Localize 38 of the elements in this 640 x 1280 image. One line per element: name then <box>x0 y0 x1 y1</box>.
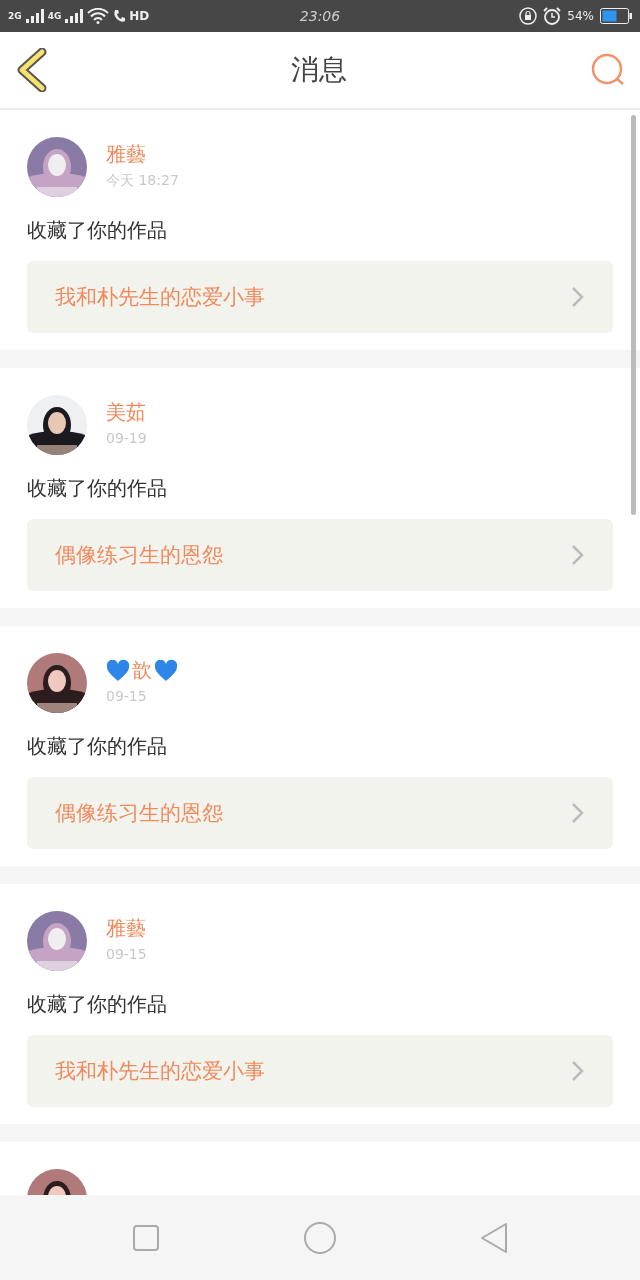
search-icon <box>590 52 626 88</box>
back-icon <box>16 48 48 92</box>
network-label: 4G <box>47 11 62 21</box>
battery-icon <box>600 8 632 24</box>
heart-icon <box>154 659 178 682</box>
phone-icon <box>113 9 126 23</box>
user-name[interactable]: 美茹 <box>106 399 146 426</box>
chevron-icon <box>571 802 585 824</box>
chevron-icon <box>571 544 585 566</box>
signal-icon <box>65 9 84 23</box>
user-name[interactable]: 雅藝 <box>106 915 146 942</box>
chevron-icon <box>571 286 585 308</box>
message-text: 收藏了你的作品 <box>27 991 168 1018</box>
work-link[interactable]: 偶像练习生的恩怨 <box>27 777 613 849</box>
user-name[interactable]: 雅藝 <box>106 141 146 168</box>
search-button[interactable] <box>590 52 626 88</box>
message-text: 收藏了你的作品 <box>27 475 168 502</box>
back-button[interactable] <box>16 48 48 92</box>
work-link[interactable]: 偶像练习生的恩怨 <box>27 519 613 591</box>
alarm-icon <box>543 7 562 25</box>
page-title: 消息 <box>291 52 347 88</box>
battery-percent: 54% <box>567 9 594 23</box>
square-icon[interactable] <box>131 1223 160 1252</box>
work-link[interactable]: 我和朴先生的恋爱小事 <box>27 1035 613 1107</box>
chevron-icon <box>571 1060 585 1082</box>
rotation-lock-icon <box>519 7 538 25</box>
user-name[interactable]: 歆 <box>132 657 152 684</box>
hd-label: HD <box>129 9 150 23</box>
message-text: 收藏了你的作品 <box>27 217 168 244</box>
clock-time: 23:06 <box>299 8 341 24</box>
message-text: 收藏了你的作品 <box>27 733 168 760</box>
signal-icon <box>25 9 44 23</box>
heart-icon <box>106 659 130 682</box>
work-link[interactable]: 我和朴先生的恋爱小事 <box>27 261 613 333</box>
network-label: 2G <box>8 11 22 21</box>
triangle-icon[interactable] <box>480 1221 509 1254</box>
circle-icon[interactable] <box>303 1220 337 1255</box>
wifi-icon <box>87 8 110 24</box>
